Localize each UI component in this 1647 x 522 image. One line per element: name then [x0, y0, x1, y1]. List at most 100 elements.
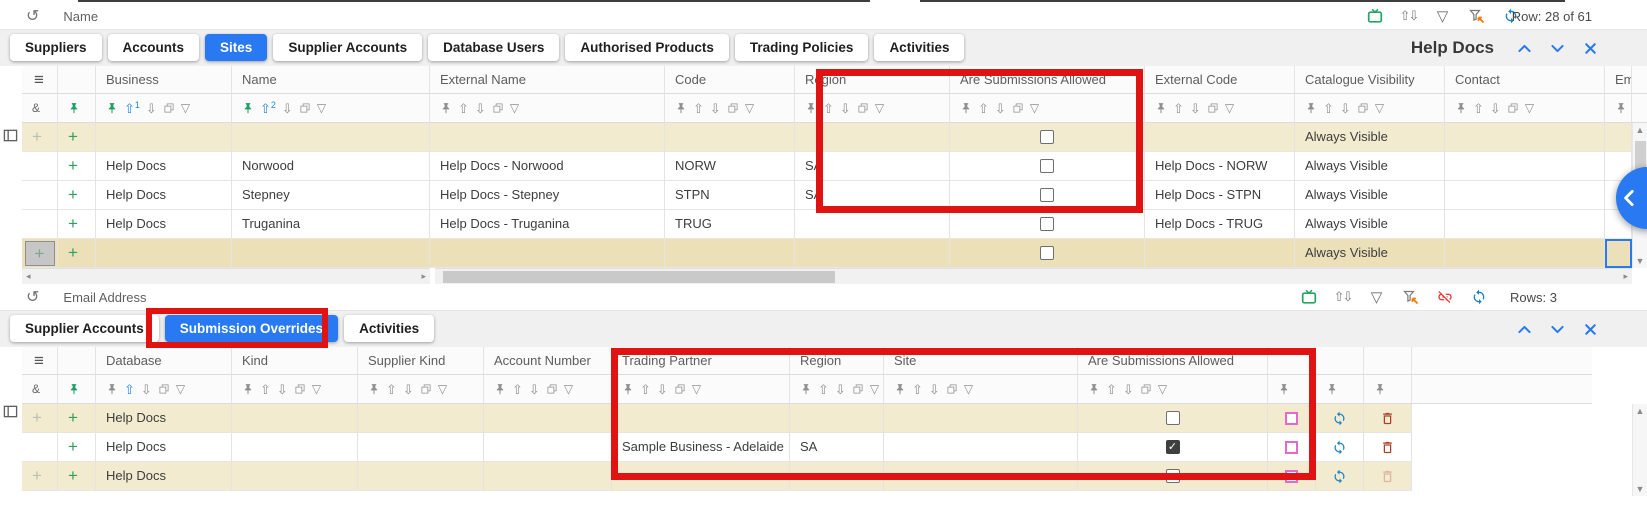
column-header-region[interactable]: Region: [795, 66, 950, 94]
filter-cell-database[interactable]: ⇧⇩▽: [96, 375, 232, 404]
cell-code[interactable]: [665, 239, 795, 268]
horizontal-scrollbar[interactable]: ◂▸ ▸: [22, 268, 1632, 284]
filter-cell-supplier_kind[interactable]: ⇧⇩▽: [358, 375, 484, 404]
pin-icon[interactable]: [622, 383, 634, 395]
monitor-icon[interactable]: [1300, 289, 1317, 306]
delete-icon[interactable]: [1380, 469, 1395, 484]
sort-ascending-icon[interactable]: ⇧: [978, 102, 989, 115]
filter-cell-col_refresh[interactable]: [1316, 375, 1364, 404]
pin-icon[interactable]: [805, 102, 817, 114]
cell-name[interactable]: Norwood: [232, 152, 430, 181]
sort-ascending-icon[interactable]: ⇧: [912, 383, 923, 396]
add-icon[interactable]: +: [68, 408, 78, 427]
group-icon[interactable]: [1357, 102, 1369, 114]
group-icon[interactable]: [857, 102, 869, 114]
cell-pin[interactable]: +: [58, 181, 96, 210]
filter-icon[interactable]: ▽: [317, 101, 326, 115]
column-header-contact[interactable]: Contact: [1445, 66, 1605, 94]
filter-cell-catalogue_visibility[interactable]: ⇧⇩▽: [1295, 94, 1445, 123]
cell-region[interactable]: [790, 462, 884, 491]
cell-site[interactable]: [884, 433, 1078, 462]
cell-pin[interactable]: +: [58, 210, 96, 239]
tab-database-users[interactable]: Database Users: [428, 34, 559, 61]
column-header-catalogue_visibility[interactable]: Catalogue Visibility: [1295, 66, 1445, 94]
sort-descending-icon[interactable]: ⇩: [1490, 102, 1501, 115]
cell-region[interactable]: [790, 404, 884, 433]
tab-activities[interactable]: Activities: [344, 315, 434, 342]
cell-external_name[interactable]: Help Docs - Truganina: [430, 210, 665, 239]
cell-pin[interactable]: +: [58, 462, 96, 491]
sort-ascending-icon[interactable]: ⇧2: [260, 102, 276, 115]
pin-icon[interactable]: [1305, 102, 1317, 114]
filter-clear-icon[interactable]: [1402, 289, 1419, 306]
sort-descending-icon[interactable]: ⇩: [835, 383, 846, 396]
submissions-allowed-checkbox[interactable]: [1040, 188, 1054, 202]
cell-name[interactable]: Stepney: [232, 181, 430, 210]
sort-descending-icon[interactable]: ⇩: [146, 102, 157, 115]
pin-icon[interactable]: [1326, 383, 1338, 395]
cell-code[interactable]: STPN: [665, 181, 795, 210]
cell-region[interactable]: [795, 123, 950, 152]
cell-account_number[interactable]: [484, 404, 612, 433]
filter-icon[interactable]: ▽: [964, 382, 973, 396]
cell-supplier_kind[interactable]: [358, 404, 484, 433]
pin-icon[interactable]: [1088, 383, 1100, 395]
sort-descending-icon[interactable]: ⇩: [1340, 102, 1351, 115]
scrollbar-thumb[interactable]: [443, 271, 835, 283]
filter-cell-account_number[interactable]: ⇧⇩▽: [484, 375, 612, 404]
column-header-business[interactable]: Business: [96, 66, 232, 94]
filter-icon[interactable]: ▽: [176, 382, 185, 396]
filter-icon[interactable]: ▽: [870, 382, 879, 396]
select-checkbox[interactable]: [1285, 412, 1298, 425]
sort-descending-icon[interactable]: ⇩: [657, 383, 668, 396]
filter-cell-region[interactable]: ⇧⇩▽: [795, 94, 950, 123]
filter-cell-col_select_flag[interactable]: [1268, 375, 1316, 404]
cell-are_submissions_allowed[interactable]: ✓: [1078, 433, 1268, 462]
cell-external_name[interactable]: [430, 239, 665, 268]
sort-icon[interactable]: ⇧⇩: [1334, 289, 1351, 306]
cell-catalogue_visibility[interactable]: Always Visible: [1295, 152, 1445, 181]
cell-pin[interactable]: +: [58, 152, 96, 181]
filter-icon[interactable]: ▽: [1225, 101, 1234, 115]
group-icon[interactable]: [299, 102, 311, 114]
column-header-trading_partner[interactable]: Trading Partner: [612, 347, 790, 375]
filter-cell-business[interactable]: ⇧1⇩▽: [96, 94, 232, 123]
cell-contact[interactable]: [1445, 152, 1605, 181]
delete-icon[interactable]: [1380, 440, 1395, 455]
column-header-are_submissions_allowed[interactable]: Are Submissions Allowed: [950, 66, 1145, 94]
pin-icon[interactable]: [68, 102, 80, 114]
sort-ascending-icon[interactable]: ⇧: [124, 383, 135, 396]
cell-code[interactable]: TRUG: [665, 210, 795, 239]
cell-col_select_flag[interactable]: [1268, 404, 1316, 433]
group-icon[interactable]: [1507, 102, 1519, 114]
filter-icon[interactable]: ▽: [181, 101, 190, 115]
selected-row-handle[interactable]: +: [25, 241, 55, 266]
menu-icon[interactable]: ≡: [22, 70, 44, 89]
column-header-sel[interactable]: ≡: [22, 347, 58, 375]
cell-supplier_kind[interactable]: [358, 433, 484, 462]
filter-cell-external_code[interactable]: ⇧⇩▽: [1145, 94, 1295, 123]
cell-trading_partner[interactable]: Sample Business - Adelaide: [612, 433, 790, 462]
cell-email[interactable]: [1605, 123, 1632, 152]
cell-trading_partner[interactable]: [612, 404, 790, 433]
sort-descending-icon[interactable]: ⇩: [929, 383, 940, 396]
column-header-external_code[interactable]: External Code: [1145, 66, 1295, 94]
menu-icon[interactable]: ≡: [22, 351, 44, 370]
chevron-up-icon[interactable]: [1516, 40, 1533, 57]
undo-icon[interactable]: ↺: [26, 287, 39, 307]
pin-icon[interactable]: [1455, 102, 1467, 114]
refresh-icon[interactable]: [1332, 469, 1347, 484]
filter-cell-sel[interactable]: &: [22, 94, 58, 123]
tab-submission-overrides[interactable]: Submission Overrides: [165, 315, 338, 342]
cell-external_name[interactable]: Help Docs - Stepney: [430, 181, 665, 210]
cell-pin[interactable]: +: [58, 433, 96, 462]
sort-icon[interactable]: ⇧⇩: [1400, 8, 1417, 25]
sort-descending-icon[interactable]: ⇩: [475, 102, 486, 115]
chevron-down-icon[interactable]: [1549, 321, 1566, 338]
pin-icon[interactable]: [675, 102, 687, 114]
cell-account_number[interactable]: [484, 433, 612, 462]
column-header-database[interactable]: Database: [96, 347, 232, 375]
vertical-scrollbar[interactable]: ▲▼: [1632, 404, 1647, 496]
cell-region[interactable]: [795, 239, 950, 268]
add-icon[interactable]: +: [68, 127, 78, 146]
